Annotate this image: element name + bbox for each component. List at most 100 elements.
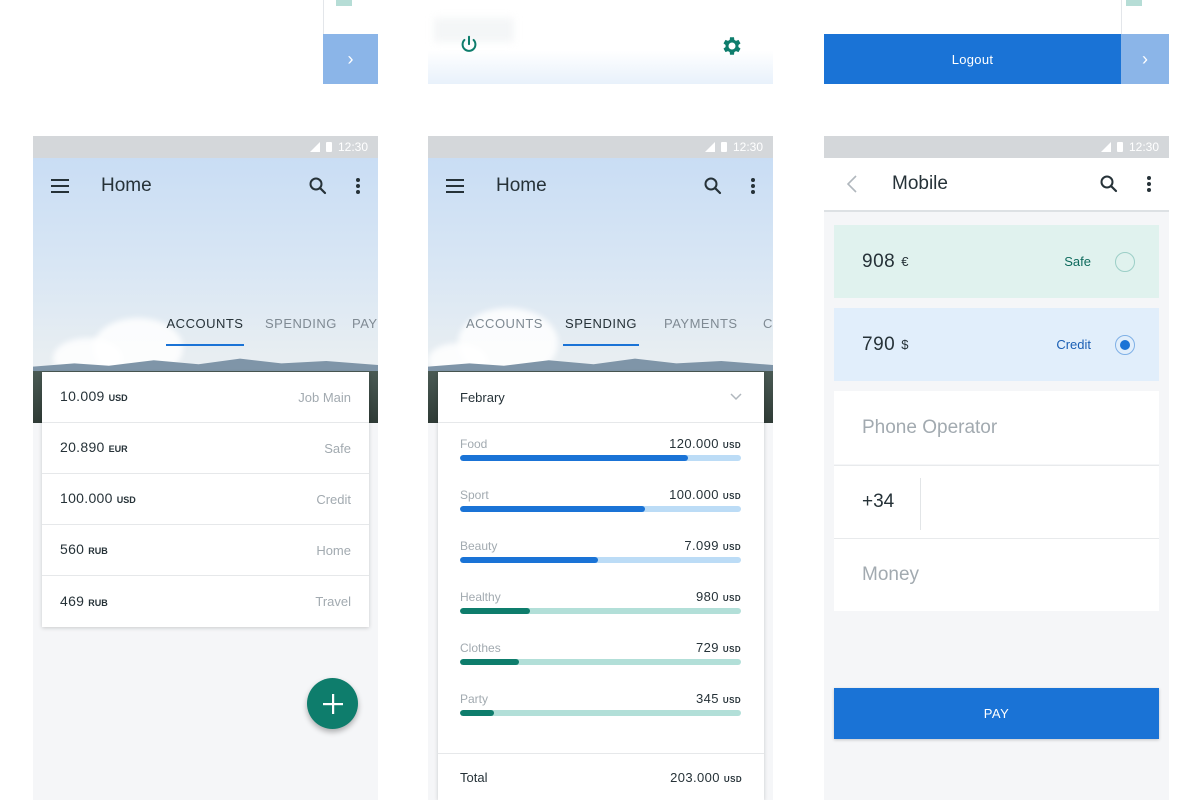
tab-payments[interactable]: PAY [352,306,378,346]
category-currency: USD [722,696,741,705]
category-amount: 980 [696,589,719,604]
top-fragment-left: › [323,0,378,84]
menu-button[interactable] [428,158,484,214]
spending-row[interactable]: Beauty 7.099 USD [460,525,741,576]
account-currency: RUB [88,597,108,608]
search-icon [704,177,722,195]
progress-fill [460,659,519,665]
tab-accounts[interactable]: ACCOUNTS [466,306,543,346]
list-item[interactable]: 20.890 EUR Safe [42,423,369,474]
account-option-credit[interactable]: 790 $ Credit [834,308,1159,381]
chevron-down-icon [730,393,742,401]
category-currency: USD [722,594,741,603]
tab-cards[interactable]: C [763,306,773,346]
progress-fill [460,506,646,512]
phone-number-field[interactable]: +34 [834,465,1159,538]
option-amount: 908 [862,250,896,272]
screen-home-accounts: 12:30 Home ACCOUNTS SPENDING PAY 10.009 U… [33,136,378,800]
month-label: Febrary [460,389,505,405]
page-title: Mobile [892,173,948,194]
more-vert-icon [751,178,755,194]
account-currency: USD [108,393,128,403]
spending-row[interactable]: Clothes 729 USD [460,627,741,678]
category-currency: USD [722,492,741,501]
tab-payments[interactable]: PAYMENTS [664,306,738,346]
more-button[interactable] [733,158,773,214]
list-item[interactable]: 560 RUB Home [42,525,369,576]
category-label: Clothes [460,641,501,655]
spending-row[interactable]: Party 345 USD [460,678,741,729]
phone-operator-field[interactable]: Phone Operator [834,391,1159,464]
chevron-right-icon: › [347,48,354,69]
app-bar: Home [33,158,378,214]
account-amount: 560 [60,541,85,557]
status-time: 12:30 [1128,140,1159,154]
search-button[interactable] [1089,174,1129,194]
tab-spending[interactable]: SPENDING [563,306,639,346]
hamburger-icon [51,179,69,193]
app-bar: Home [428,158,773,214]
back-button[interactable] [824,175,880,193]
account-amount: 20.890 [60,439,105,455]
tab-spending[interactable]: SPENDING [265,306,337,346]
list-item[interactable]: 10.009 USD Job Main [42,372,369,423]
account-label: Credit [316,491,351,507]
spending-card: Febrary Food 120.000 USD Sport 100.000 USD Bea… [438,372,764,800]
radio-button[interactable] [1115,251,1135,272]
search-button[interactable] [693,158,733,214]
account-label: Safe [324,440,351,456]
search-button[interactable] [298,158,338,214]
category-label: Healthy [460,590,501,604]
category-currency: USD [722,543,741,552]
power-icon[interactable] [458,34,480,56]
signal-icon [1100,142,1111,152]
gear-icon[interactable] [720,34,744,58]
category-label: Food [460,437,488,451]
category-label: Party [460,692,489,706]
pay-button[interactable]: PAY [834,688,1159,739]
total-label: Total [460,769,488,785]
next-arrow-button[interactable]: › [1121,34,1169,84]
search-icon [1100,175,1118,193]
account-amount: 100.000 [60,490,113,506]
radio-button[interactable] [1115,334,1135,355]
logout-button[interactable]: Logout [824,34,1121,84]
status-time: 12:30 [337,140,368,154]
more-button[interactable] [338,158,378,214]
spending-row[interactable]: Healthy 980 USD [460,576,741,627]
battery-icon [325,142,332,152]
account-currency: RUB [88,546,108,556]
account-label: Job Main [298,389,351,405]
spending-row[interactable]: Sport 100.000 USD [460,474,741,525]
category-currency: USD [722,645,741,654]
plus-icon [322,693,343,714]
account-option-safe[interactable]: 908 € Safe [834,225,1159,298]
next-arrow-button[interactable]: › [323,34,378,84]
more-vert-icon [356,178,360,194]
spending-row[interactable]: Food 120.000 USD [460,423,741,474]
battery-icon [720,142,727,152]
status-bar: 12:30 [33,136,378,158]
tab-bar: ACCOUNTS SPENDING PAY [33,306,378,346]
category-amount: 7.099 [684,538,719,553]
more-button[interactable] [1129,175,1169,193]
money-field[interactable]: Money [834,538,1159,611]
app-bar: Mobile [824,158,1169,212]
menu-button[interactable] [33,158,89,214]
showcase: › Logout › 12:30 Home ACCOUNTS SPENDING … [0,0,1200,800]
total-currency: USD [723,774,742,784]
top-fragment-logout: Logout › [824,0,1169,84]
option-currency: € [901,254,909,269]
add-account-button[interactable] [307,678,358,729]
status-time: 12:30 [732,140,763,154]
account-label: Travel [315,594,351,609]
list-item[interactable]: 100.000 USD Credit [42,474,369,525]
month-selector[interactable]: Febrary [438,372,764,423]
progress-bar [460,557,741,563]
category-currency: USD [722,441,741,450]
tab-accounts[interactable]: ACCOUNTS [166,306,244,346]
total-row: Total 203.000 USD [438,753,764,800]
signal-icon [309,142,320,152]
list-item[interactable]: 469 RUB Travel [42,576,369,627]
option-label: Credit [1056,337,1091,352]
